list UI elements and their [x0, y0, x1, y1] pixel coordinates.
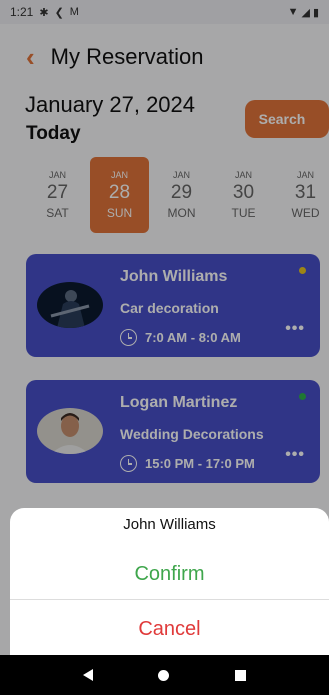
nav-back-icon[interactable]: [82, 669, 93, 681]
nav-recents-icon[interactable]: [235, 669, 247, 681]
system-nav-bar: [0, 655, 329, 695]
sheet-title: John Williams: [123, 516, 216, 533]
divider: [10, 599, 329, 600]
cancel-button[interactable]: Cancel: [10, 606, 329, 652]
nav-home-icon[interactable]: [158, 669, 170, 681]
confirm-button[interactable]: Confirm: [10, 552, 329, 596]
action-sheet: John Williams Confirm Cancel: [10, 508, 329, 655]
